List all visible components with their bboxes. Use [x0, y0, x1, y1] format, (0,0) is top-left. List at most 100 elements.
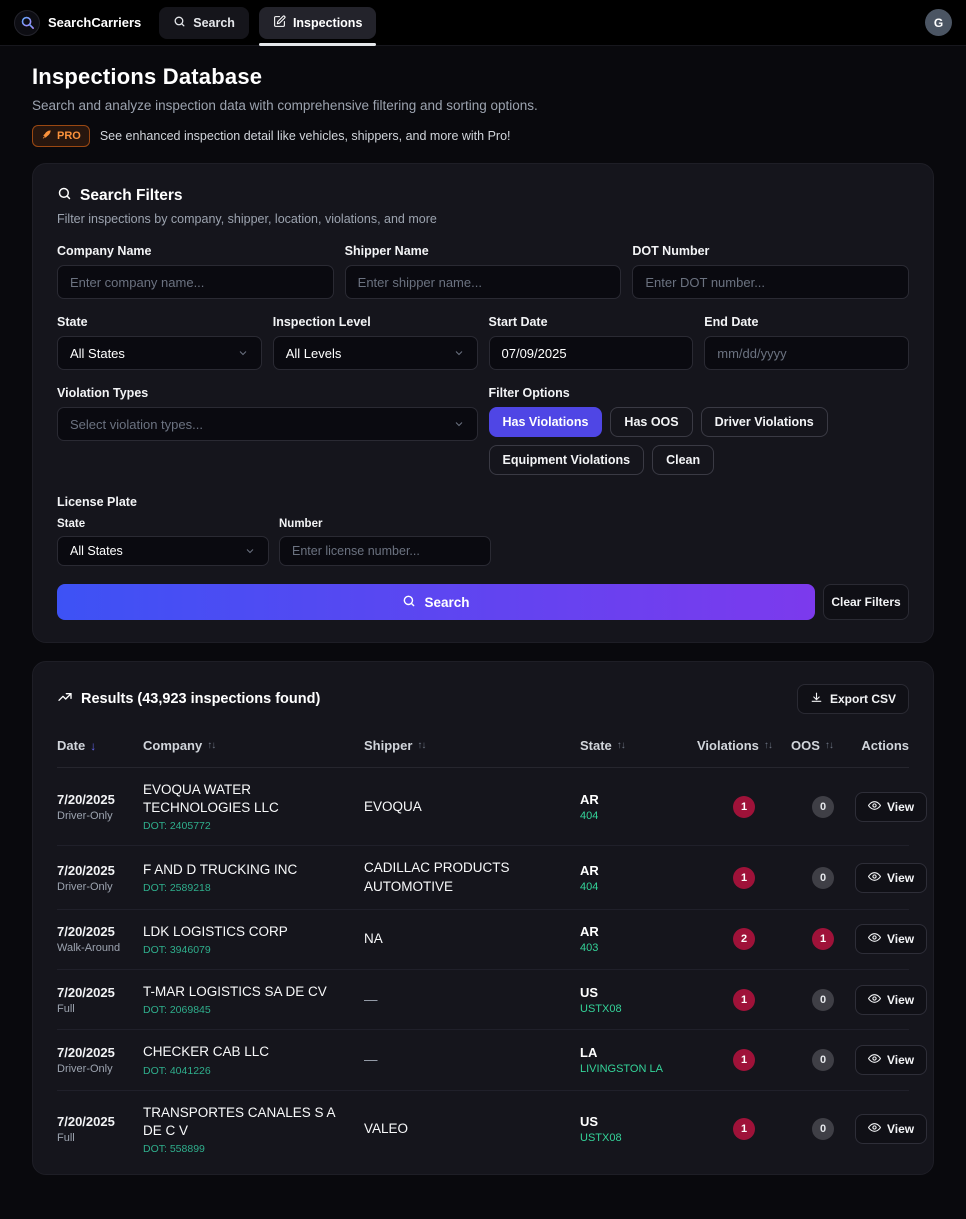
shipper-name-field: Shipper Name [345, 244, 622, 299]
dot-number-input[interactable] [632, 265, 909, 299]
inspection-level: Driver-Only [57, 1063, 143, 1075]
start-date-label: Start Date [489, 315, 694, 329]
column-header-violations[interactable]: Violations ↑↓ [697, 738, 791, 753]
license-state-value: All States [70, 544, 123, 558]
search-button[interactable]: Search [57, 584, 815, 620]
pro-text: See enhanced inspection detail like vehi… [100, 129, 511, 143]
chevron-down-icon [453, 347, 465, 359]
view-button[interactable]: View [855, 1045, 927, 1075]
violation-types-field: Violation Types Select violation types..… [57, 386, 478, 475]
sort-icon: ↑↓ [764, 740, 772, 751]
license-plate-section: License Plate State All States Number [57, 495, 909, 566]
table-row: 7/20/2025 Driver-Only EVOQUA WATER TECHN… [57, 768, 909, 846]
state-detail: 404 [580, 810, 697, 822]
view-button-label: View [887, 932, 914, 946]
inspection-date: 7/20/2025 [57, 985, 143, 1000]
state-select[interactable]: All States [57, 336, 262, 370]
view-button[interactable]: View [855, 985, 927, 1015]
column-header-date[interactable]: Date ↓ [57, 738, 143, 753]
dot-number: DOT: 558899 [143, 1143, 364, 1155]
license-state-select[interactable]: All States [57, 536, 269, 566]
start-date-input[interactable] [489, 336, 694, 370]
filter-chip[interactable]: Equipment Violations [489, 445, 645, 475]
dot-number-label: DOT Number [632, 244, 909, 258]
column-header-actions: Actions [855, 738, 909, 753]
company-name: F AND D TRUCKING INC [143, 861, 364, 879]
state-select-value: All States [70, 346, 125, 361]
pro-badge: PRO [32, 125, 90, 147]
view-button[interactable]: View [855, 1114, 927, 1144]
tab-inspections-label: Inspections [293, 16, 362, 30]
rocket-icon [41, 129, 52, 143]
violations-badge: 1 [733, 989, 755, 1011]
eye-icon [868, 1052, 881, 1068]
inspection-level: Driver-Only [57, 881, 143, 893]
column-header-shipper[interactable]: Shipper ↑↓ [364, 738, 580, 753]
filter-chip[interactable]: Clean [652, 445, 714, 475]
state-detail: USTX08 [580, 1003, 697, 1015]
state-field: State All States [57, 315, 262, 370]
license-number-input[interactable] [279, 536, 491, 566]
tab-search[interactable]: Search [159, 7, 249, 39]
dot-number: DOT: 4041226 [143, 1065, 364, 1077]
state-code: AR [580, 924, 697, 939]
inspection-level-field: Inspection Level All Levels [273, 315, 478, 370]
inspection-level: Full [57, 1132, 143, 1144]
state-code: AR [580, 863, 697, 878]
dot-number: DOT: 2589218 [143, 882, 364, 894]
inspection-level: Walk-Around [57, 942, 143, 954]
dot-number: DOT: 2405772 [143, 820, 364, 832]
filter-chip[interactable]: Has Violations [489, 407, 603, 437]
user-avatar[interactable]: G [925, 9, 952, 36]
view-button-label: View [887, 871, 914, 885]
table-row: 7/20/2025 Full TRANSPORTES CANALES S A D… [57, 1091, 909, 1168]
brand-logo-icon [14, 10, 40, 36]
end-date-field: End Date [704, 315, 909, 370]
search-filters-card: Search Filters Filter inspections by com… [32, 163, 934, 643]
clipboard-edit-icon [273, 15, 286, 31]
results-title: Results (43,923 inspections found) [81, 691, 320, 707]
filter-chip[interactable]: Driver Violations [701, 407, 828, 437]
company-name-input[interactable] [57, 265, 334, 299]
license-number-field: Number [279, 518, 491, 566]
end-date-input[interactable] [704, 336, 909, 370]
eye-icon [868, 799, 881, 815]
sort-icon: ↑↓ [825, 740, 833, 751]
eye-icon [868, 870, 881, 886]
search-button-label: Search [424, 595, 469, 610]
clear-filters-button[interactable]: Clear Filters [823, 584, 909, 620]
brand-name: SearchCarriers [48, 15, 141, 30]
view-button[interactable]: View [855, 792, 927, 822]
column-header-oos[interactable]: OOS ↑↓ [791, 738, 855, 753]
filter-chip[interactable]: Has OOS [610, 407, 692, 437]
view-button[interactable]: View [855, 863, 927, 893]
filter-options-field: Filter Options Has ViolationsHas OOSDriv… [489, 386, 910, 475]
state-detail: 404 [580, 881, 697, 893]
inspection-level: Full [57, 1003, 143, 1015]
export-csv-button[interactable]: Export CSV [797, 684, 909, 714]
company-name: TRANSPORTES CANALES S A DE C V [143, 1104, 364, 1140]
shipper-name: EVOQUA [364, 798, 580, 816]
tab-inspections[interactable]: Inspections [259, 7, 376, 39]
violations-badge: 1 [733, 796, 755, 818]
inspection-date: 7/20/2025 [57, 924, 143, 939]
state-label: State [57, 315, 262, 329]
table-body: 7/20/2025 Driver-Only EVOQUA WATER TECHN… [57, 768, 909, 1168]
inspection-date: 7/20/2025 [57, 792, 143, 807]
oos-badge: 1 [812, 928, 834, 950]
table-row: 7/20/2025 Full T-MAR LOGISTICS SA DE CV … [57, 970, 909, 1030]
view-button[interactable]: View [855, 924, 927, 954]
column-header-company[interactable]: Company ↑↓ [143, 738, 364, 753]
shipper-name-input[interactable] [345, 265, 622, 299]
oos-badge: 0 [812, 1049, 834, 1071]
sort-icon: ↑↓ [207, 740, 215, 751]
oos-badge: 0 [812, 1118, 834, 1140]
inspection-level-select[interactable]: All Levels [273, 336, 478, 370]
export-csv-label: Export CSV [830, 692, 896, 706]
search-icon [402, 594, 416, 611]
nav-tabs: Search Inspections [159, 0, 376, 45]
page-title: Inspections Database [32, 64, 934, 90]
violation-types-select[interactable]: Select violation types... [57, 407, 478, 441]
column-header-state[interactable]: State ↑↓ [580, 738, 697, 753]
pro-banner: PRO See enhanced inspection detail like … [32, 125, 934, 147]
